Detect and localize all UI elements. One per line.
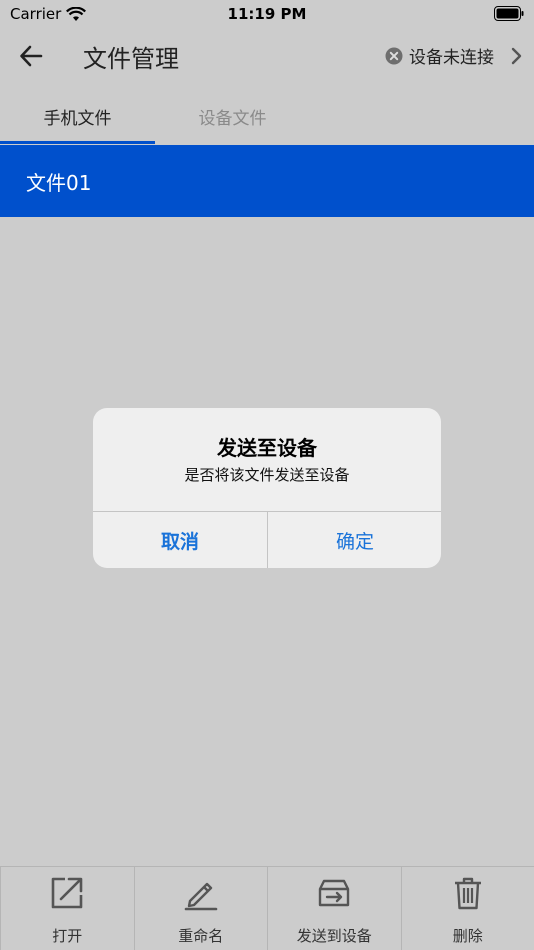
delete-button[interactable]: 删除 <box>402 867 534 950</box>
close-circle-icon <box>385 47 403 64</box>
connection-status-button[interactable]: 设备未连接 <box>385 43 494 68</box>
page-title: 文件管理 <box>83 45 179 73</box>
tab-device-files[interactable]: 设备文件 <box>155 88 310 144</box>
trash-icon <box>454 877 481 910</box>
delete-label: 删除 <box>452 927 483 945</box>
rename-button[interactable]: 重命名 <box>135 867 268 950</box>
status-bar: Carrier 11:19 PM <box>0 0 534 28</box>
open-label: 打开 <box>52 927 83 945</box>
dialog-message: 是否将该文件发送至设备 <box>184 466 350 484</box>
connection-status-label: 设备未连接 <box>409 48 494 68</box>
back-button[interactable] <box>14 40 48 72</box>
arrow-left-icon <box>20 45 43 67</box>
header-bar: 文件管理 设备未连接 <box>0 28 534 84</box>
open-button[interactable]: 打开 <box>0 867 135 950</box>
dialog-title: 发送至设备 <box>217 436 317 460</box>
file-name: 文件01 <box>26 170 92 195</box>
cancel-button[interactable]: 取消 <box>93 512 267 568</box>
send-confirm-dialog: 发送至设备 是否将该文件发送至设备 取消 确定 <box>93 408 441 568</box>
send-to-device-icon <box>319 879 350 907</box>
send-to-device-label: 发送到设备 <box>296 927 372 945</box>
clock: 11:19 PM <box>227 5 307 23</box>
tab-bar: 手机文件 设备文件 <box>0 88 534 144</box>
bottom-toolbar: 打开 重命名 发送到设备 删除 <box>0 866 534 950</box>
rename-label: 重命名 <box>178 927 224 945</box>
list-item[interactable]: 文件01 <box>0 145 534 217</box>
send-to-device-button[interactable]: 发送到设备 <box>268 867 402 950</box>
confirm-button[interactable]: 确定 <box>268 512 441 568</box>
tab-phone-files[interactable]: 手机文件 <box>0 88 155 144</box>
open-external-icon <box>51 877 83 909</box>
chevron-right-icon[interactable] <box>510 46 524 66</box>
battery-icon <box>494 6 524 25</box>
pencil-icon <box>184 882 218 911</box>
